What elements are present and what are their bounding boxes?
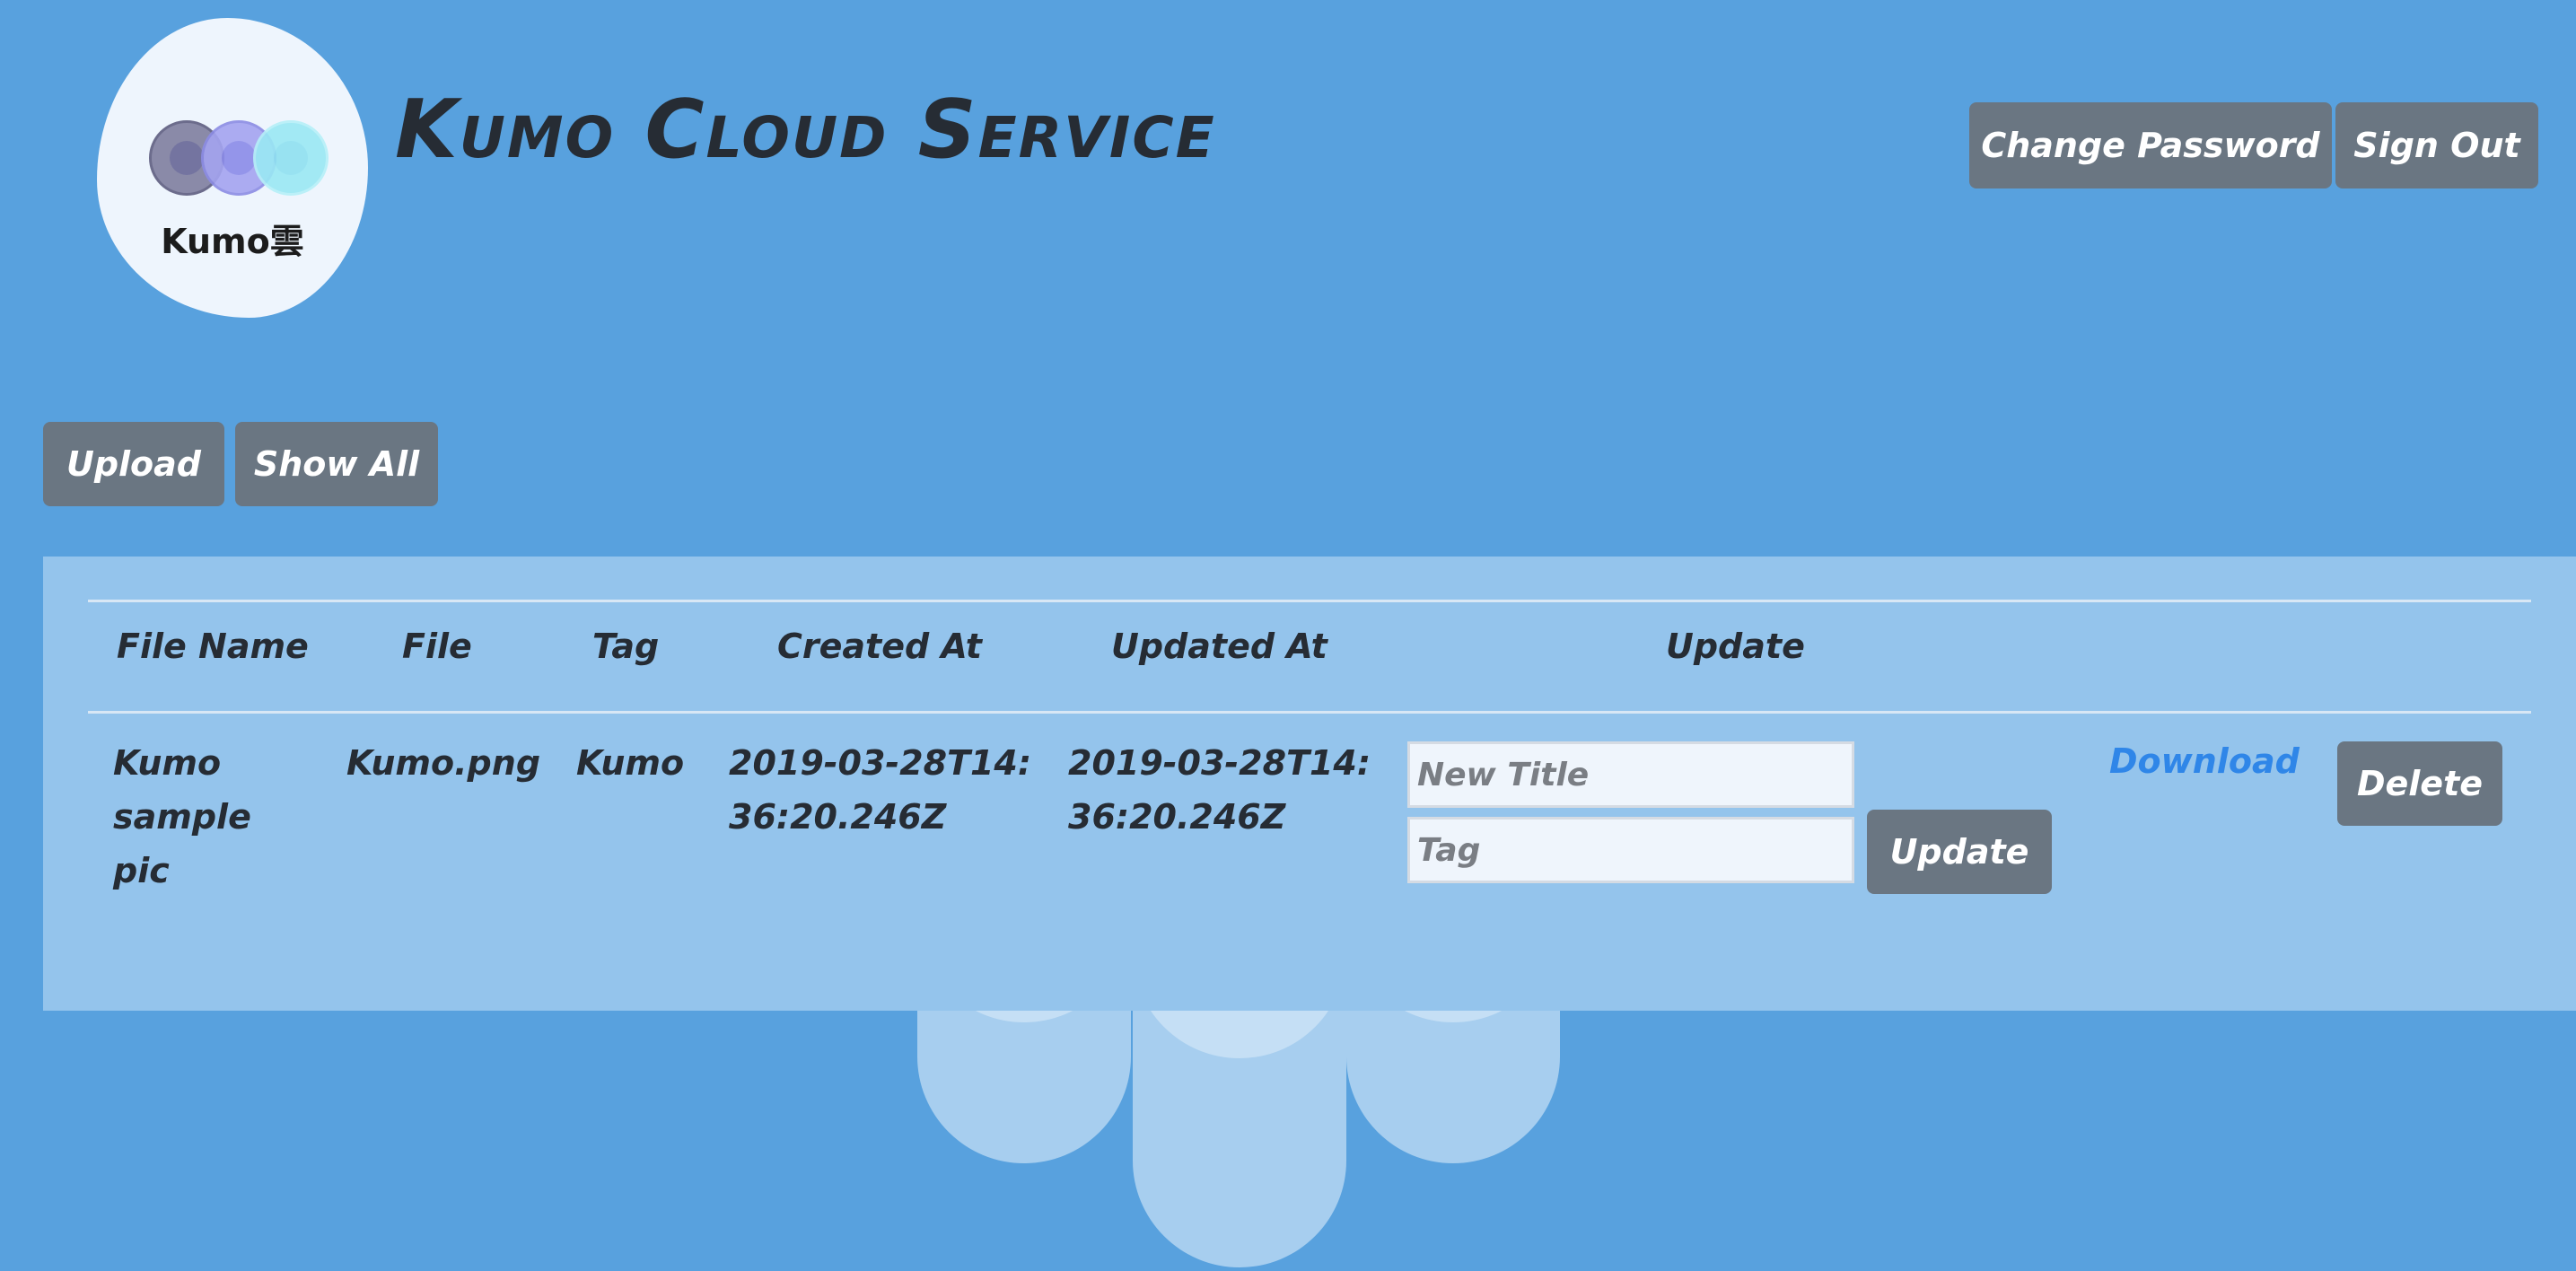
- new-title-input[interactable]: [1407, 741, 1854, 808]
- cell-file: Kumo.png: [346, 743, 541, 783]
- cell-tag: Kumo: [576, 743, 685, 783]
- show-all-button[interactable]: Show All: [235, 422, 438, 506]
- download-link[interactable]: Download: [2109, 741, 2300, 781]
- page-title: Kumo Cloud Service: [395, 83, 1216, 177]
- column-header-tag: Tag: [592, 627, 660, 666]
- files-table: File Name File Tag Created At Updated At…: [43, 557, 2576, 1011]
- column-header-file-name: File Name: [117, 627, 309, 666]
- change-password-button[interactable]: Change Password: [1969, 102, 2332, 188]
- divider: [88, 711, 2531, 714]
- logo-circle-icon: [253, 120, 329, 196]
- tag-input[interactable]: [1407, 817, 1854, 883]
- column-header-update: Update: [1666, 627, 1805, 666]
- logo: Kumo雲: [97, 18, 368, 318]
- cell-updated-at: 2019-03-28T14:36:20.246Z: [1068, 743, 1371, 837]
- cell-created-at: 2019-03-28T14:36:20.246Z: [729, 743, 1032, 837]
- column-header-file: File: [402, 627, 472, 666]
- upload-button[interactable]: Upload: [43, 422, 224, 506]
- column-header-updated-at: Updated At: [1111, 627, 1327, 666]
- cell-file-name: Kumo sample pic: [113, 743, 251, 890]
- logo-text: Kumo雲: [161, 222, 304, 261]
- divider: [88, 600, 2531, 602]
- column-header-created-at: Created At: [777, 627, 982, 666]
- sign-out-button[interactable]: Sign Out: [2335, 102, 2538, 188]
- delete-button[interactable]: Delete: [2337, 741, 2502, 826]
- update-button[interactable]: Update: [1867, 810, 2052, 894]
